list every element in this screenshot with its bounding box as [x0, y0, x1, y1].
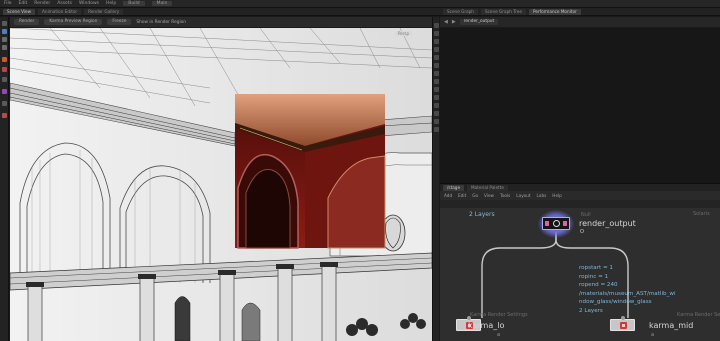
menu-windows[interactable]: Windows [79, 1, 99, 6]
input-layer-count: 2 Layers [469, 211, 495, 218]
scene-viewport[interactable]: Persp [10, 28, 432, 341]
render-output-node-type: Null [581, 212, 591, 218]
desktop-build-selector[interactable]: Build [123, 1, 145, 6]
display-option-icon[interactable] [434, 79, 439, 84]
tab-scene-graph-tree[interactable]: Scene Graph Tree [480, 8, 526, 15]
karma-render-settings-icon [620, 322, 627, 329]
camera-tool-icon[interactable] [2, 101, 7, 106]
karma-lo-node-name[interactable]: karma_lo [468, 321, 504, 330]
net-menu-labs[interactable]: Labs [537, 193, 547, 198]
output-pane-tab-row: Scene Graph Scene Graph Tree Performance… [440, 8, 720, 16]
karma-lo-node-type: Karma Render Settings [470, 312, 528, 318]
back-arrow-icon[interactable]: ◀ [444, 19, 448, 25]
param-ropend: ropend = 240 [579, 282, 618, 288]
handle-tool-icon[interactable] [2, 57, 7, 62]
main-menubar: File Edit Render Assets Windows Help Bui… [0, 0, 720, 8]
display-option-icon[interactable] [434, 63, 439, 68]
camera-menu-button[interactable]: Persp [395, 31, 412, 36]
param-ropstart: ropstart = 1 [579, 265, 613, 271]
menu-file[interactable]: File [4, 1, 12, 6]
input-connector[interactable] [621, 316, 625, 320]
menu-assets[interactable]: Assets [57, 1, 72, 6]
network-tab-row: /stage Material Palette [440, 183, 720, 191]
net-menu-tools[interactable]: Tools [500, 193, 510, 198]
output-pane-path-bar: ◀ ▶ render_output [440, 17, 720, 27]
render-output-node-name[interactable]: render_output [579, 219, 636, 228]
tab-animation-editor[interactable]: Animation Editor [38, 8, 82, 15]
bypass-flag-icon[interactable] [545, 221, 549, 226]
rotate-tool-icon[interactable] [2, 37, 7, 42]
tab-performance-monitor[interactable]: Performance Monitor [528, 8, 581, 15]
karma-mid-status: a [651, 332, 655, 338]
net-menu-add[interactable]: Add [444, 193, 452, 198]
display-option-icon[interactable] [434, 87, 439, 92]
display-option-icon[interactable] [434, 111, 439, 116]
render-output-node[interactable] [542, 217, 570, 230]
move-tool-icon[interactable] [2, 29, 7, 34]
karma-lo-status: a [497, 332, 501, 338]
display-option-icon[interactable] [434, 119, 439, 124]
network-menu-bar: Add Edit Go View Tools Layout Labs Help [440, 191, 720, 200]
menu-render[interactable]: Render [34, 1, 50, 6]
display-option-icon[interactable] [434, 47, 439, 52]
scale-tool-icon[interactable] [2, 45, 7, 50]
render-output-status: O [580, 229, 584, 235]
null-node-icon [553, 220, 560, 227]
param-layer-count: 2 Layers [579, 307, 603, 314]
shelf-main-selector[interactable]: Main [151, 1, 173, 6]
display-option-icon[interactable] [434, 95, 439, 100]
karma-mid-node[interactable] [610, 316, 635, 331]
net-menu-go[interactable]: Go [472, 193, 478, 198]
snap-tool-icon[interactable] [2, 113, 7, 118]
net-menu-view[interactable]: View [484, 193, 494, 198]
network-context-label: Solaris [693, 211, 710, 217]
view-tool-icon[interactable] [2, 77, 7, 82]
display-option-icon[interactable] [434, 39, 439, 44]
karma-mid-node-type: Karma Render Settings [677, 312, 720, 318]
menu-help[interactable]: Help [106, 1, 116, 6]
param-ropinc: ropinc = 1 [579, 273, 609, 280]
forward-arrow-icon[interactable]: ▶ [452, 19, 456, 25]
display-option-icon[interactable] [434, 31, 439, 36]
display-option-icon[interactable] [434, 127, 439, 132]
viewport-toolbar: Render Karma Preview Region Freeze Show … [10, 17, 432, 27]
tab-scene-view[interactable]: Scene View [3, 8, 36, 15]
render-output-node-params: ropstart = 1 ropinc = 1 ropend = 240 /ma… [579, 264, 676, 315]
tab-render-gallery[interactable]: Render Gallery [84, 8, 124, 15]
display-option-icon[interactable] [434, 55, 439, 60]
param-material-path-cont: ndow_glass/window_glass [579, 299, 652, 305]
display-option-icon[interactable] [434, 23, 439, 28]
input-connector[interactable] [467, 316, 471, 320]
tab-material-palette[interactable]: Material Palette [467, 184, 508, 191]
karma-mid-node-name[interactable]: karma_mid [649, 321, 693, 330]
net-menu-layout[interactable]: Layout [516, 193, 530, 198]
display-option-icon[interactable] [434, 103, 439, 108]
viewport-tab-row: Scene View Animation Editor Render Galle… [0, 8, 440, 16]
karma-preview-region-button[interactable]: Karma Preview Region [44, 19, 103, 25]
display-flag-icon[interactable] [563, 221, 567, 226]
network-editor[interactable]: 2 Layers Solaris Null render_output O ro… [440, 208, 720, 341]
pose-tool-icon[interactable] [2, 67, 7, 72]
freeze-button[interactable]: Freeze [107, 19, 132, 25]
path-crumb[interactable]: render_output [459, 19, 499, 25]
param-material-path: /materials/museum_AST/matlib_wi [579, 290, 676, 297]
show-in-render-region-toggle[interactable]: Show in Render Region [136, 20, 186, 25]
display-option-icon[interactable] [434, 71, 439, 76]
output-pane-content [440, 28, 720, 183]
tab-scene-graph[interactable]: Scene Graph [443, 8, 478, 15]
network-path-bar [440, 200, 720, 208]
net-menu-edit[interactable]: Edit [458, 193, 466, 198]
left-tool-strip [0, 17, 9, 341]
karma-render-preview-region[interactable] [235, 94, 386, 249]
tab-stage[interactable]: /stage [443, 184, 465, 191]
light-tool-icon[interactable] [2, 89, 7, 94]
menu-edit[interactable]: Edit [19, 1, 28, 6]
display-options-strip [432, 17, 439, 341]
wireframe-architecture [10, 28, 432, 341]
render-toggle-button[interactable]: Render [14, 19, 40, 25]
select-tool-icon[interactable] [2, 21, 7, 26]
net-menu-help[interactable]: Help [552, 193, 562, 198]
